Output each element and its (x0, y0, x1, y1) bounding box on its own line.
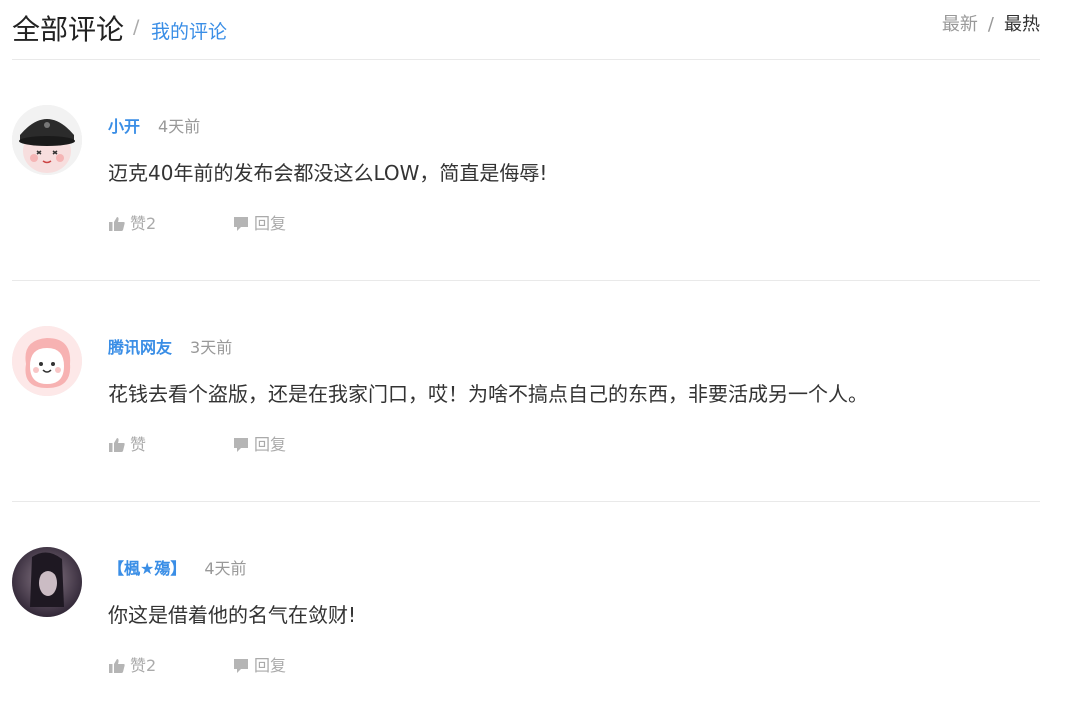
comment-item: 腾讯网友 3天前 花钱去看个盗版，还是在我家门口，哎！为啥不搞点自己的东西，非要活… (12, 280, 1040, 502)
page-title: 全部评论 (12, 13, 125, 46)
speech-bubble-icon (234, 438, 248, 452)
thumbs-up-icon (109, 438, 125, 452)
sort-switch: 最新 / 最热 (942, 10, 1040, 36)
avatar[interactable] (12, 326, 82, 396)
reply-button[interactable]: 回复 (232, 213, 286, 235)
like-button[interactable]: 赞2 (108, 655, 232, 677)
comment-item: 【楓★殤】 4天前 你这是借着他的名气在敛财! 赞2 回复 (12, 501, 1040, 701)
reply-button[interactable]: 回复 (232, 655, 286, 677)
comment-meta: 【楓★殤】 4天前 (108, 558, 247, 580)
comment-actions: 赞2 回复 (108, 213, 286, 235)
like-count: 赞2 (130, 214, 157, 233)
comment-time: 4天前 (158, 117, 201, 136)
like-button[interactable]: 赞 (108, 434, 232, 456)
comment-text: 花钱去看个盗版，还是在我家门口，哎！为啥不搞点自己的东西，非要活成另一个人。 (108, 382, 868, 406)
my-comments-link[interactable]: 我的评论 (151, 17, 227, 44)
username-link[interactable]: 【楓★殤】 (108, 559, 186, 578)
comments-page: 全部评论 / 我的评论 最新 / 最热 小开 4天前 迈克40年前的发布会都没这… (0, 0, 1080, 701)
username-link[interactable]: 腾讯网友 (108, 338, 172, 357)
sort-separator: / (987, 14, 994, 35)
reply-button[interactable]: 回复 (232, 434, 286, 456)
title-separator: / (133, 16, 140, 38)
comment-text: 你这是借着他的名气在敛财! (108, 603, 357, 627)
comment-text: 迈克40年前的发布会都没这么LOW，简直是侮辱! (108, 161, 548, 185)
like-button[interactable]: 赞2 (108, 213, 232, 235)
sort-hottest-button[interactable]: 最热 (1004, 14, 1040, 35)
pink-blob-avatar-icon (12, 326, 82, 396)
speech-bubble-icon (234, 217, 248, 231)
reply-label: 回复 (254, 214, 287, 233)
reply-label: 回复 (254, 435, 287, 454)
thumbs-up-icon (109, 659, 125, 673)
username-link[interactable]: 小开 (108, 117, 140, 136)
comment-actions: 赞 回复 (108, 434, 286, 456)
avatar[interactable] (12, 547, 82, 617)
like-count: 赞2 (130, 656, 157, 675)
comment-actions: 赞2 回复 (108, 655, 286, 677)
comment-item: 小开 4天前 迈克40年前的发布会都没这么LOW，简直是侮辱! 赞2 回复 (12, 59, 1040, 281)
reply-label: 回复 (254, 656, 287, 675)
thumbs-up-icon (109, 217, 125, 231)
comments-header: 全部评论 / 我的评论 最新 / 最热 (12, 0, 1040, 60)
comment-time: 4天前 (204, 559, 247, 578)
like-count: 赞 (130, 435, 147, 454)
comment-meta: 腾讯网友 3天前 (108, 337, 232, 359)
cartoon-cap-avatar-icon (12, 105, 82, 175)
speech-bubble-icon (234, 659, 248, 673)
sort-newest-button[interactable]: 最新 (942, 14, 978, 35)
photo-avatar-icon (12, 547, 82, 617)
comment-meta: 小开 4天前 (108, 116, 200, 138)
avatar[interactable] (12, 105, 82, 175)
comment-time: 3天前 (190, 338, 233, 357)
